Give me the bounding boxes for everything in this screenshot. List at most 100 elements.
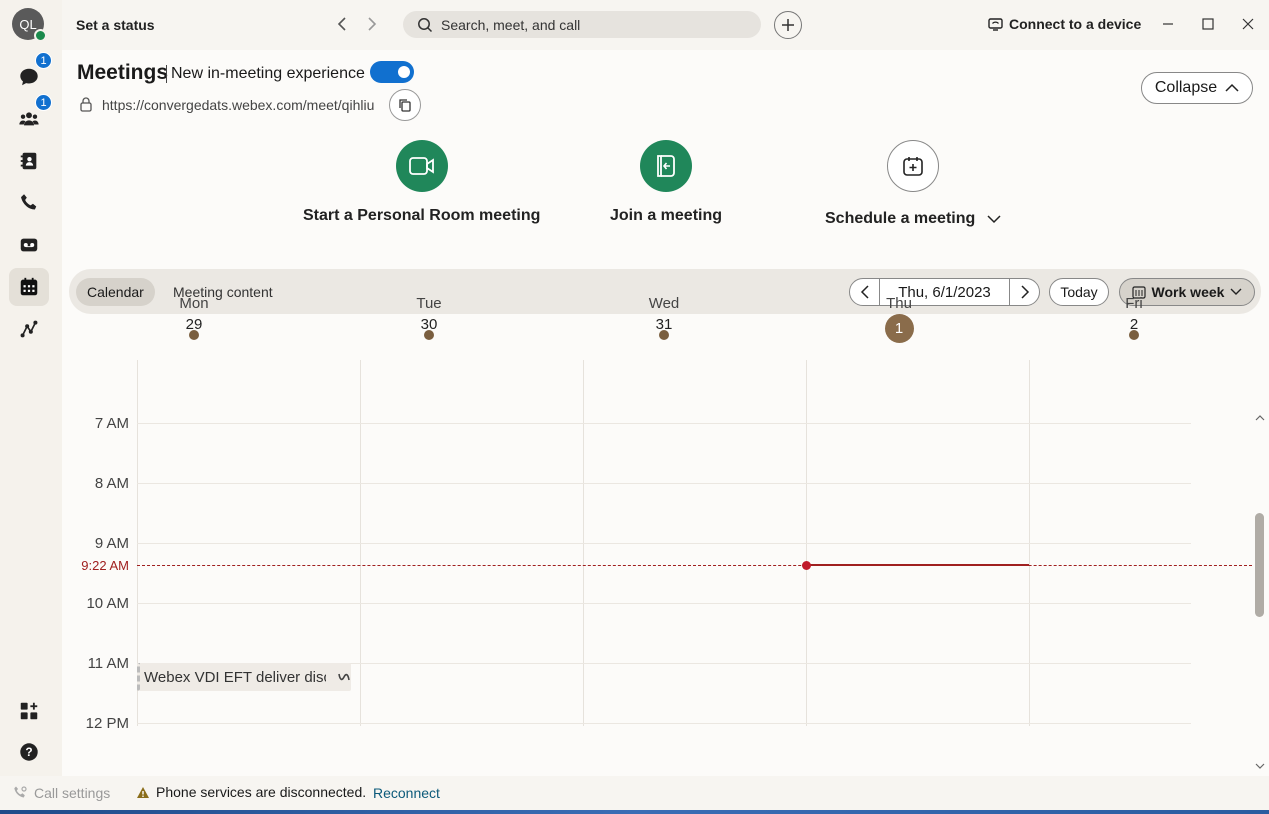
search-icon <box>418 17 433 32</box>
svg-text:?: ? <box>25 745 32 759</box>
tab-calendar[interactable]: Calendar <box>76 278 155 306</box>
rail-meetings[interactable] <box>9 268 49 306</box>
call-settings-icon <box>14 786 27 798</box>
warning-text: Phone services are disconnected. <box>156 784 367 800</box>
close-icon <box>1242 18 1254 30</box>
calendar-add-icon <box>903 157 923 176</box>
scroll-thumb[interactable] <box>1255 513 1264 617</box>
day-header-tue[interactable]: Tue 30 <box>389 295 469 340</box>
set-status-button[interactable]: Set a status <box>76 17 155 33</box>
grid-hour-line <box>137 723 1191 724</box>
chevron-left-icon <box>337 17 346 31</box>
day-header-mon[interactable]: Mon 29 <box>154 295 234 340</box>
minimize-button[interactable] <box>1158 14 1178 34</box>
today-day-number: 1 <box>884 314 914 343</box>
day-name: Tue <box>416 295 442 312</box>
copy-link-button[interactable] <box>389 89 421 121</box>
scroll-down-icon <box>1255 763 1265 769</box>
day-header-fri[interactable]: Fri 2 <box>1094 295 1174 340</box>
day-name: Fri <box>1125 295 1143 312</box>
personal-room-button[interactable] <box>395 140 448 192</box>
status-footer: Call settings Phone services are disconn… <box>0 776 1269 810</box>
schedule-meeting-button[interactable] <box>887 140 940 192</box>
avatar[interactable]: QL <box>12 8 47 42</box>
day-name: Mon <box>179 295 209 312</box>
chevron-down-icon <box>1230 288 1242 295</box>
personal-room-label: Start a Personal Room meeting <box>303 207 541 224</box>
grid-hour-line <box>137 603 1191 604</box>
day-header-thu[interactable]: Thu 1 <box>859 295 939 343</box>
join-meeting-label: Join a meeting <box>610 207 723 224</box>
connect-device-label: Connect to a device <box>1009 16 1142 32</box>
webex-icon <box>338 673 350 681</box>
current-time-today-segment <box>806 564 1029 566</box>
current-time-line <box>137 565 1252 566</box>
collapse-button[interactable]: Collapse <box>1141 72 1253 104</box>
phone-disconnected-warning: Phone services are disconnected. <box>136 784 366 800</box>
personal-room-link[interactable]: https://convergedats.webex.com/meet/qihl… <box>102 97 382 113</box>
rail-messaging[interactable]: 1 <box>9 52 52 96</box>
chevron-right-icon <box>1020 285 1029 299</box>
apps-icon <box>20 702 38 720</box>
forward-button[interactable] <box>362 14 382 34</box>
join-icon <box>657 155 675 177</box>
calendar-icon <box>20 277 38 296</box>
contacts-icon <box>20 152 37 170</box>
plus-icon <box>782 19 794 31</box>
schedule-meeting-action[interactable]: Schedule a meeting <box>825 140 1001 228</box>
rail-apps[interactable] <box>9 692 49 730</box>
connect-device-button[interactable]: Connect to a device <box>988 16 1141 32</box>
event-title: Webex VDI EFT deliver discussion <box>144 668 326 686</box>
new-experience-toggle[interactable] <box>370 61 414 83</box>
calendar-scrollbar[interactable] <box>1252 410 1267 776</box>
minimize-icon <box>1163 23 1173 25</box>
messaging-badge: 1 <box>35 52 52 69</box>
copy-icon <box>399 99 411 112</box>
join-meeting-button[interactable] <box>640 140 693 192</box>
back-button[interactable] <box>332 14 352 34</box>
chevron-down-icon <box>987 215 1001 224</box>
people-icon <box>19 112 39 126</box>
reconnect-link[interactable]: Reconnect <box>373 785 440 801</box>
left-rail: QL 1 1 ? <box>0 0 62 776</box>
calendar-event[interactable]: Webex VDI EFT deliver discussion <box>137 663 351 691</box>
page-title: Meetings <box>77 61 169 84</box>
grid-hour-line <box>137 543 1191 544</box>
close-button[interactable] <box>1238 14 1258 34</box>
warning-icon <box>137 786 149 798</box>
rail-calling[interactable] <box>9 184 49 222</box>
maximize-button[interactable] <box>1198 14 1218 34</box>
new-action-button[interactable] <box>774 11 802 39</box>
phone-icon <box>21 194 37 210</box>
new-experience-label: New in-meeting experience <box>171 65 365 82</box>
maximize-icon <box>1202 18 1214 30</box>
workflow-icon <box>20 320 38 338</box>
search-placeholder: Search, meet, and call <box>441 16 581 33</box>
lock-icon <box>80 97 92 112</box>
rail-help[interactable]: ? <box>9 733 49 771</box>
device-icon <box>988 17 1003 31</box>
video-icon <box>408 157 434 175</box>
search-input[interactable]: Search, meet, and call <box>403 11 761 38</box>
collapse-label: Collapse <box>1154 79 1218 96</box>
call-settings-button[interactable]: Call settings <box>12 785 110 801</box>
rail-voicemail[interactable] <box>9 226 49 264</box>
rail-workflows[interactable] <box>9 310 49 348</box>
join-meeting-action[interactable]: Join a meeting <box>610 140 722 225</box>
scroll-up-icon <box>1255 415 1265 421</box>
next-week-button[interactable] <box>1009 278 1040 306</box>
rail-teams[interactable]: 1 <box>9 94 52 138</box>
avatar-initials: QL <box>19 16 37 32</box>
personal-room-action[interactable]: Start a Personal Room meeting <box>303 140 540 225</box>
grid-hour-line <box>137 423 1191 424</box>
rail-contacts[interactable] <box>9 142 49 180</box>
chat-icon <box>20 68 38 86</box>
teams-badge: 1 <box>35 94 52 111</box>
day-header-wed[interactable]: Wed 31 <box>624 295 704 340</box>
title-divider <box>166 65 167 83</box>
day-name: Thu <box>886 295 912 312</box>
event-indicator-dot <box>424 330 434 340</box>
voicemail-icon <box>20 238 38 252</box>
taskbar-edge <box>0 810 1269 814</box>
schedule-meeting-label[interactable]: Schedule a meeting <box>825 210 1001 228</box>
